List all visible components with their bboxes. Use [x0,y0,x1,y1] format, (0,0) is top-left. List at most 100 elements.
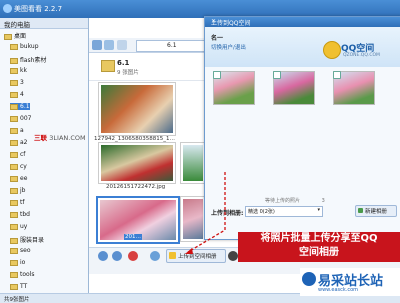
new-album-button[interactable]: 新建相册 [355,205,397,217]
qzone-brand-sub: QZONE.QQ.COM [343,53,380,58]
rotate-icon[interactable] [150,251,160,261]
folder-tree[interactable]: 我的电脑 桌面 bukup flash素材 kk 3 4 6.1 007 a a2 cf cy ee jb… [0,18,89,293]
tree-item-label: ee [20,175,28,182]
watermark: 三联 3LIAN.COM [34,132,86,142]
tree-item[interactable]: tbd [10,211,30,218]
tree-item[interactable]: 桌面 [4,31,26,40]
folder-header: 6.1 9 张图片 [89,56,206,81]
photo-thumb-2[interactable] [98,142,176,184]
tree-header-label: 我的电脑 [4,21,30,29]
forward-icon[interactable] [104,40,114,50]
tree-item-label: a [20,127,24,134]
tree-item[interactable]: kk [10,67,27,74]
tree-item[interactable]: 3 [10,79,24,86]
tree-item-label: tbd [20,211,30,218]
tree-item[interactable]: ee [10,175,27,182]
site-brand: 易采站长站 www.easck.com [300,268,400,296]
folder-icon [10,151,18,158]
tree-header: 我的电脑 [0,18,88,29]
delete-icon[interactable] [128,251,138,261]
pending-info: 等待上传的照片 3 [265,197,325,204]
pending-photo-2-checkbox[interactable] [273,71,281,79]
tree-item[interactable]: io [10,259,25,266]
tree-item[interactable]: 6.1 [10,103,30,110]
folder-icon [10,127,18,134]
folder-icon [10,139,18,146]
tree-item-label: 服装目录 [20,237,45,244]
tree-item[interactable]: uy [10,223,27,230]
dialog-title-bar: 上传到QQ空间 ✕ [205,17,400,27]
watermark-brand: 三联 [34,134,47,142]
pending-photo-1-checkbox[interactable] [213,71,221,79]
tree-item[interactable]: jb [10,187,25,194]
annotation-arrow [185,172,226,254]
tree-item-label: cf [20,151,26,158]
tree-item-label: 6.1 [20,103,30,110]
zoom-in-icon[interactable] [112,251,122,261]
folder-icon [10,91,18,98]
tree-item[interactable]: cf [10,151,25,158]
folder-icon [10,57,18,64]
change-user-link[interactable]: 切换用户/退出 [211,43,246,51]
pending-count: 3 [321,198,325,204]
tree-item-label: 桌面 [14,33,27,40]
annotation-banner: 将照片批量上传分享至QQ 空间相册 [238,232,400,262]
tree-item[interactable]: bukup [10,43,39,50]
app-title: 美图看看 2.2.7 [14,5,63,13]
back-icon[interactable] [92,40,102,50]
tree-item-label: 4 [20,91,24,98]
tree-item-label: 007 [20,115,32,122]
address-bar[interactable]: 6.1 [136,40,206,52]
album-select[interactable]: 精选 0(2张) ▾ [245,206,323,217]
site-logo-icon [302,272,316,286]
up-icon[interactable] [117,40,127,50]
tree-item[interactable]: a [10,127,24,134]
folder-icon [10,175,18,182]
tree-item[interactable]: 服装目录 [10,235,44,244]
folder-icon [10,223,18,230]
photo-thumb-1[interactable] [98,82,176,136]
folder-icon [4,33,12,40]
folder-icon [10,43,18,50]
tree-item-label: kk [20,67,27,74]
tree-item-label: a2 [20,139,28,146]
tree-item-label: cy [20,163,27,170]
user-name: 名一 [211,35,224,42]
album-select-value: 精选 0(2张) [248,209,275,215]
tree-item[interactable]: a2 [10,139,28,146]
tree-item-label: tools [20,271,35,278]
address-text: 6.1 [167,42,177,49]
tree-item[interactable]: flash素材 [10,55,46,64]
tree-item[interactable]: tf [10,199,24,206]
tree-item-label: bukup [20,43,39,50]
folder-icon [10,115,18,122]
new-album-label: 新建相册 [365,209,388,215]
folder-count: 9 张图片 [117,70,139,76]
chevron-down-icon: ▾ [317,207,320,213]
folder-icon [10,199,18,206]
folder-icon [10,79,18,86]
tree-item-label: io [20,259,26,266]
tree-item[interactable]: 007 [10,115,31,122]
photo-caption-2: 20126151722472.jpg [106,184,166,190]
photo-caption-4: 201… [124,234,142,240]
tree-item[interactable]: TT [10,283,27,290]
folder-icon [10,237,18,244]
app-logo-icon [3,4,12,13]
zoom-out-icon[interactable] [98,251,108,261]
folder-icon [10,283,18,290]
pending-photo-3-checkbox[interactable] [333,71,341,79]
plus-icon [358,208,363,213]
tree-item[interactable]: seo [10,247,31,254]
tree-item[interactable]: tools [10,271,35,278]
qq-logo-icon [323,41,341,59]
annotation-line-2: 空间相册 [299,247,339,258]
tree-item[interactable]: 4 [10,91,24,98]
folder-icon [101,60,115,72]
tree-item[interactable]: cy [10,163,27,170]
tree-item-label: seo [20,247,31,254]
close-icon[interactable]: ✕ [211,18,398,25]
annotation-line-1: 将照片批量上传分享至QQ [260,233,378,244]
tree-item-label: jb [20,187,26,194]
site-brand-url: www.easck.com [318,287,359,293]
